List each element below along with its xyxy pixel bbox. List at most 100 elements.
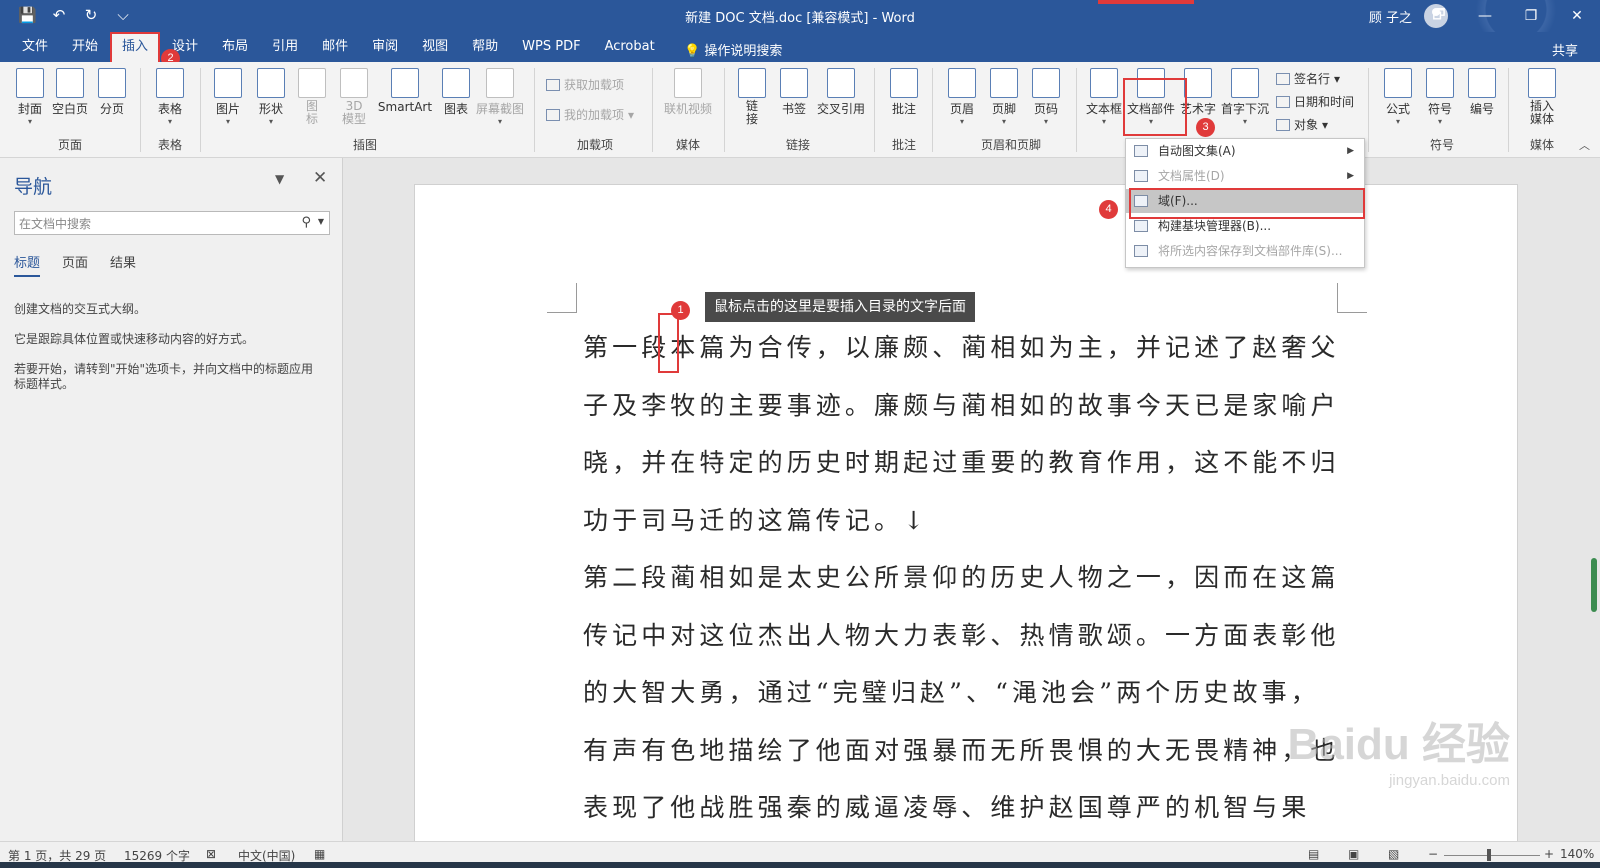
zoom-in-button[interactable]: + <box>1544 847 1554 861</box>
chart-button[interactable]: 图表 <box>434 68 478 117</box>
link-button[interactable]: 链 接 <box>730 68 774 126</box>
text-box-button[interactable]: 文本框 ▾ <box>1082 68 1126 126</box>
symbol-button[interactable]: 符号 ▾ <box>1418 68 1462 126</box>
close-button[interactable]: ✕ <box>1554 0 1600 32</box>
signature-line-button[interactable]: 签名行 ▾ <box>1276 70 1340 87</box>
annotation-box-insert-tab <box>110 32 160 64</box>
equation-button[interactable]: 公式 ▾ <box>1376 68 1420 126</box>
step-badge-4: 4 <box>1099 200 1118 219</box>
get-addins-button[interactable]: 获取加载项 <box>546 76 624 93</box>
comment-button[interactable]: 批注 <box>882 68 926 117</box>
margin-corner-right <box>1337 283 1367 313</box>
search-options-icon[interactable]: ▼ <box>318 217 324 226</box>
document-line: 的大智大勇，通过“完璧归赵”、“渑池会”两个历史故事， <box>583 678 1320 707</box>
watermark: Baidu 经验 jingyan.baidu.com <box>1287 720 1510 789</box>
annotation-box-quick-parts <box>1123 78 1187 136</box>
proofing-icon[interactable]: ⊠ <box>206 847 216 861</box>
number-button[interactable]: 编号 <box>1460 68 1504 117</box>
tab-references[interactable]: 引用 <box>260 32 310 62</box>
nav-options-icon[interactable]: ▼ <box>275 172 284 186</box>
menu-item-document-property[interactable]: 文档属性(D) ▶ <box>1126 164 1364 188</box>
icons-button[interactable]: 图 标 <box>290 68 334 126</box>
video-icon <box>674 68 702 98</box>
tab-view[interactable]: 视图 <box>410 32 460 62</box>
shapes-icon <box>257 68 285 98</box>
date-time-button[interactable]: 日期和时间 <box>1276 93 1354 110</box>
nav-tab-pages[interactable]: 页面 <box>62 252 88 277</box>
bookmark-button[interactable]: 书签 <box>772 68 816 117</box>
web-layout-icon[interactable]: ▧ <box>1388 847 1399 861</box>
insert-media-button[interactable]: 插入 媒体 <box>1520 68 1564 126</box>
ribbon-display-options-icon[interactable]: 🗗 <box>1416 0 1462 32</box>
group-label-illustrations: 插图 <box>352 138 377 152</box>
picture-icon <box>214 68 242 98</box>
search-icon[interactable]: ⚲ <box>301 215 311 230</box>
collapse-ribbon-icon[interactable]: ︿ <box>1579 137 1590 153</box>
tell-me-search[interactable]: 💡 操作说明搜索 <box>684 40 782 59</box>
table-button[interactable]: 表格 ▾ <box>148 68 192 126</box>
group-label-comments: 批注 <box>891 138 916 152</box>
header-button[interactable]: 页眉 ▾ <box>940 68 984 126</box>
share-button[interactable]: 共享 <box>1552 40 1578 59</box>
tab-review[interactable]: 审阅 <box>360 32 410 62</box>
tab-home[interactable]: 开始 <box>60 32 110 62</box>
user-name[interactable]: 顾 子之 <box>1369 7 1412 26</box>
store-icon <box>546 78 560 91</box>
group-label-media: 媒体 <box>675 138 700 152</box>
globe-link-icon <box>738 68 766 98</box>
tab-layout[interactable]: 布局 <box>210 32 260 62</box>
tab-wps-pdf[interactable]: WPS PDF <box>510 32 592 62</box>
ribbon-tabs: 文件 开始 插入 设计 布局 引用 邮件 审阅 视图 帮助 WPS PDF Ac… <box>0 32 1600 62</box>
zoom-out-button[interactable]: − <box>1428 847 1438 861</box>
annotation-box-field-item <box>1129 188 1365 219</box>
restore-button[interactable]: ❐ <box>1508 0 1554 32</box>
smartart-button[interactable]: SmartArt <box>374 68 436 114</box>
zoom-slider-thumb[interactable] <box>1487 849 1491 861</box>
page-number-button[interactable]: 页码 ▾ <box>1024 68 1068 126</box>
tab-file[interactable]: 文件 <box>10 32 60 62</box>
shapes-button[interactable]: 形状 ▾ <box>249 68 293 126</box>
print-layout-icon[interactable]: ▣ <box>1348 847 1359 861</box>
document-body[interactable]: 第一段本篇为合传，以廉颇、蔺相如为主，并记述了赵奢父 子及李牧的主要事迹。廉颇与… <box>583 319 1343 837</box>
page-number-icon <box>1032 68 1060 98</box>
step-badge-3: 3 <box>1196 118 1215 137</box>
picture-button[interactable]: 图片 ▾ <box>206 68 250 126</box>
footer-button[interactable]: 页脚 ▾ <box>982 68 1026 126</box>
margin-corner-left <box>547 283 577 313</box>
vertical-scrollbar-thumb[interactable] <box>1591 558 1597 612</box>
nav-close-icon[interactable]: ✕ <box>313 168 327 188</box>
drop-cap-button[interactable]: 首字下沉 ▾ <box>1220 68 1270 126</box>
macro-icon[interactable]: ▦ <box>314 847 325 861</box>
table-icon <box>156 68 184 98</box>
nav-search-input[interactable]: 在文档中搜索 ⚲ ▼ <box>14 211 330 235</box>
online-video-button[interactable]: 联机视频 <box>660 68 716 117</box>
tab-acrobat[interactable]: Acrobat <box>593 32 667 62</box>
zoom-level[interactable]: 140% <box>1560 847 1594 861</box>
cross-reference-button[interactable]: 交叉引用 <box>814 68 868 117</box>
document-line: 第一段本篇为合传，以廉颇、蔺相如为主，并记述了赵奢父 <box>583 333 1340 362</box>
signature-icon <box>1276 72 1290 85</box>
object-button[interactable]: 对象 ▾ <box>1276 116 1328 133</box>
chart-icon <box>442 68 470 98</box>
document-line: 功于司马迁的这篇传记。↓ <box>583 505 929 535</box>
menu-item-autotext[interactable]: 自动图文集(A) ▶ <box>1126 139 1364 163</box>
group-label-header-footer: 页眉和页脚 <box>980 138 1041 152</box>
read-mode-icon[interactable]: ▤ <box>1308 847 1319 861</box>
cover-page-button[interactable]: 封面 ▾ <box>8 68 52 126</box>
nav-tab-results[interactable]: 结果 <box>110 252 136 277</box>
3d-models-button[interactable]: 3D 模型 <box>332 68 376 126</box>
menu-item-save-to-gallery[interactable]: 将所选内容保存到文档部件库(S)... <box>1126 239 1364 263</box>
screenshot-button[interactable]: 屏幕截图 ▾ <box>474 68 526 126</box>
media-icon <box>1528 68 1556 98</box>
document-line: 子及李牧的主要事迹。廉颇与蔺相如的故事今天已是家喻户 <box>583 390 1340 420</box>
tab-mailings[interactable]: 邮件 <box>310 32 360 62</box>
nav-help-text-1: 创建文档的交互式大纲。 <box>14 302 147 316</box>
page-break-button[interactable]: 分页 <box>90 68 134 117</box>
zoom-slider[interactable] <box>1444 855 1540 856</box>
tab-help[interactable]: 帮助 <box>460 32 510 62</box>
blank-page-button[interactable]: 空白页 <box>48 68 92 117</box>
my-addins-button[interactable]: 我的加载项 ▾ <box>546 106 634 123</box>
nav-tab-headings[interactable]: 标题 <box>14 252 41 277</box>
minimize-button[interactable]: — <box>1462 0 1508 32</box>
autotext-icon <box>1134 145 1148 157</box>
